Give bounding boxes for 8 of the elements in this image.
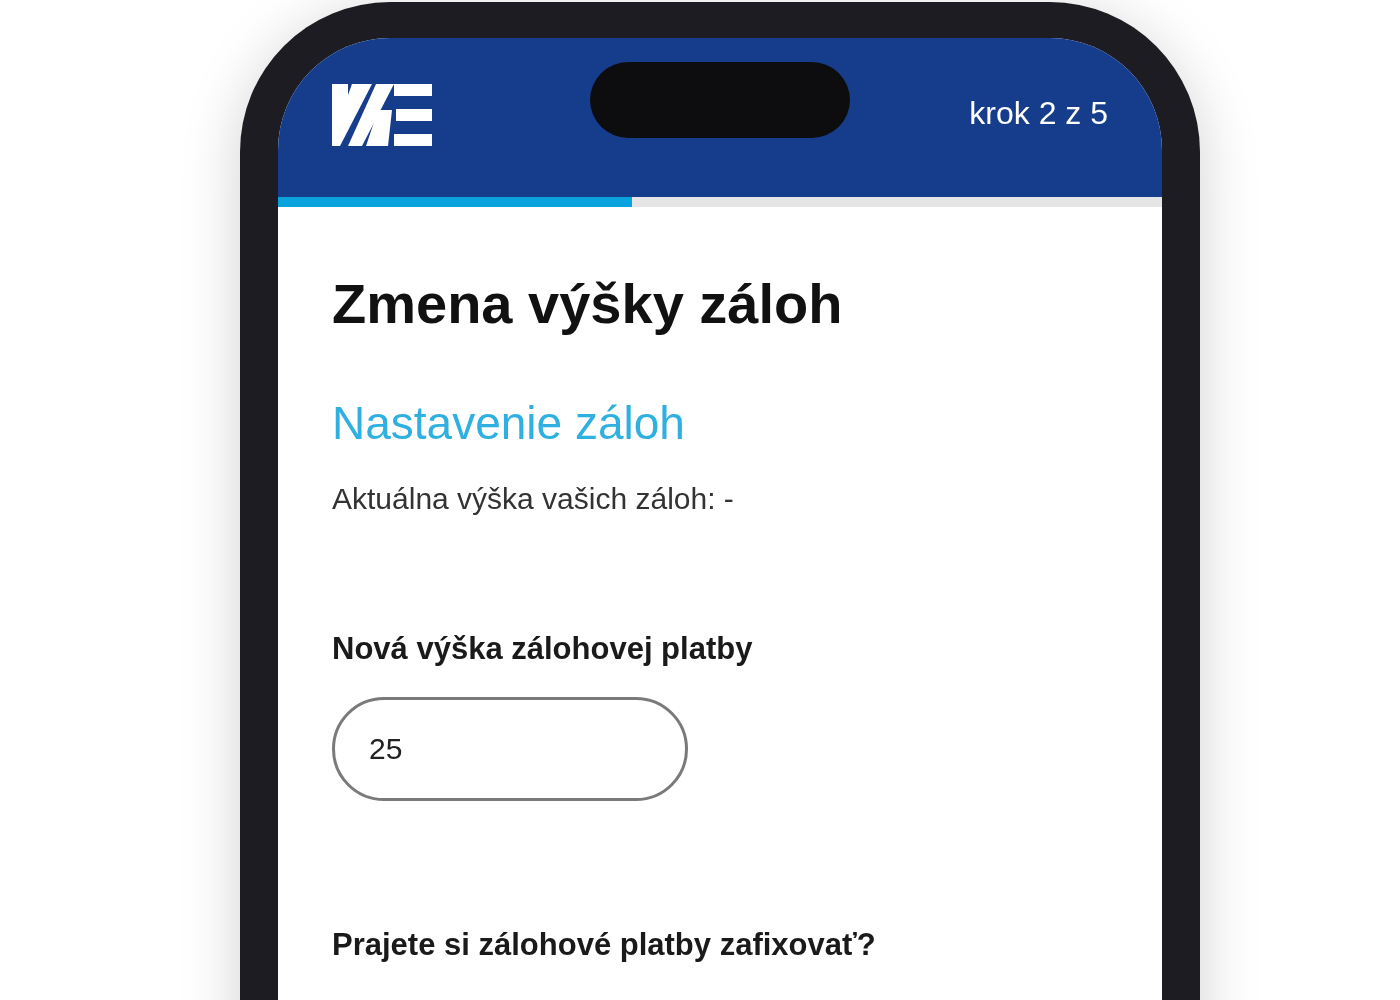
step-indicator: krok 2 z 5	[969, 95, 1108, 132]
field-label: Nová výška zálohovej platby	[332, 630, 754, 668]
current-amount-text: Aktuálna výška vašich záloh: -	[332, 481, 735, 517]
question-label: Prajete si zálohové platby zafixovať?	[332, 926, 877, 964]
logo-icon	[332, 83, 432, 146]
section-title: Nastavenie záloh	[332, 396, 686, 451]
page-title: Zmena výšky záloh	[332, 271, 844, 337]
input-field[interactable]: 25	[332, 697, 688, 801]
